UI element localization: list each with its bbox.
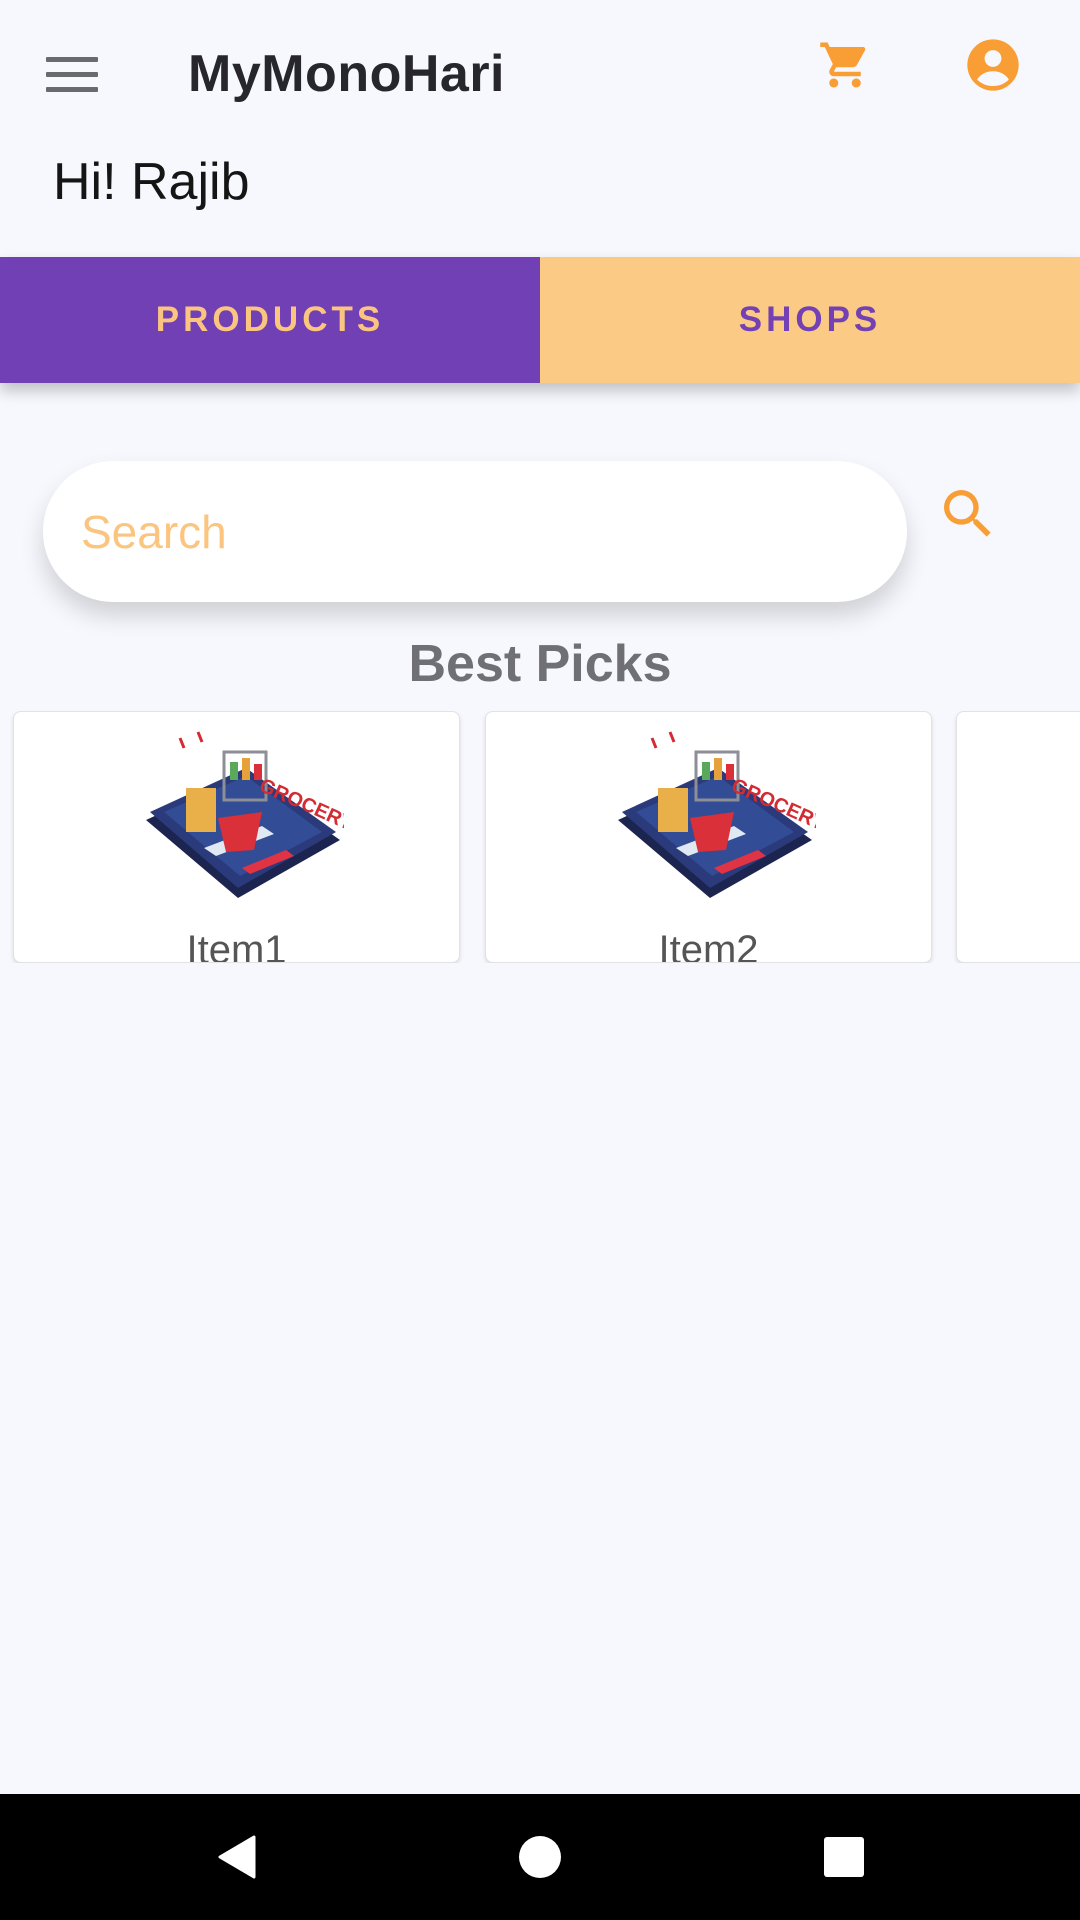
back-button[interactable] — [196, 1817, 276, 1897]
recents-square-icon — [824, 1837, 864, 1877]
system-navigation-bar — [0, 1794, 1080, 1920]
tab-shops[interactable]: SHOPS — [540, 257, 1080, 383]
product-card-item2[interactable]: GROCERY Item2 — [485, 711, 932, 963]
search-input[interactable] — [81, 461, 871, 602]
home-button[interactable] — [500, 1817, 580, 1897]
account-button[interactable] — [958, 30, 1028, 100]
menu-button[interactable] — [38, 40, 108, 110]
product-card-item1[interactable]: GROCERY Item1 — [13, 711, 460, 963]
shopping-cart-icon — [820, 42, 866, 88]
tab-products[interactable]: PRODUCTS — [0, 257, 540, 383]
back-triangle-icon — [218, 1835, 256, 1879]
search-box — [43, 461, 907, 602]
product-card-item3[interactable] — [956, 711, 1080, 963]
app-bar: MyMonoHari — [0, 0, 1080, 150]
account-circle-icon — [967, 39, 1019, 91]
search-button[interactable] — [930, 476, 1006, 552]
product-card-label: Item1 — [186, 928, 287, 963]
best-picks-carousel[interactable]: GROCERY Item1 GROCERY Item2 — [0, 711, 1080, 963]
recents-button[interactable] — [804, 1817, 884, 1897]
grocery-phone-illustration: GROCERY — [618, 731, 816, 898]
cart-button[interactable] — [810, 30, 880, 100]
product-card-label: Item2 — [658, 928, 759, 963]
search-icon — [944, 490, 991, 537]
home-circle-icon — [519, 1836, 561, 1878]
hamburger-menu-icon — [46, 57, 98, 92]
grocery-phone-illustration: GROCERY — [146, 731, 344, 898]
tab-bar: PRODUCTS SHOPS — [0, 257, 1080, 383]
greeting-text: Hi! Rajib — [53, 153, 250, 211]
app-title: MyMonoHari — [188, 45, 505, 103]
best-picks-title: Best Picks — [408, 635, 672, 693]
